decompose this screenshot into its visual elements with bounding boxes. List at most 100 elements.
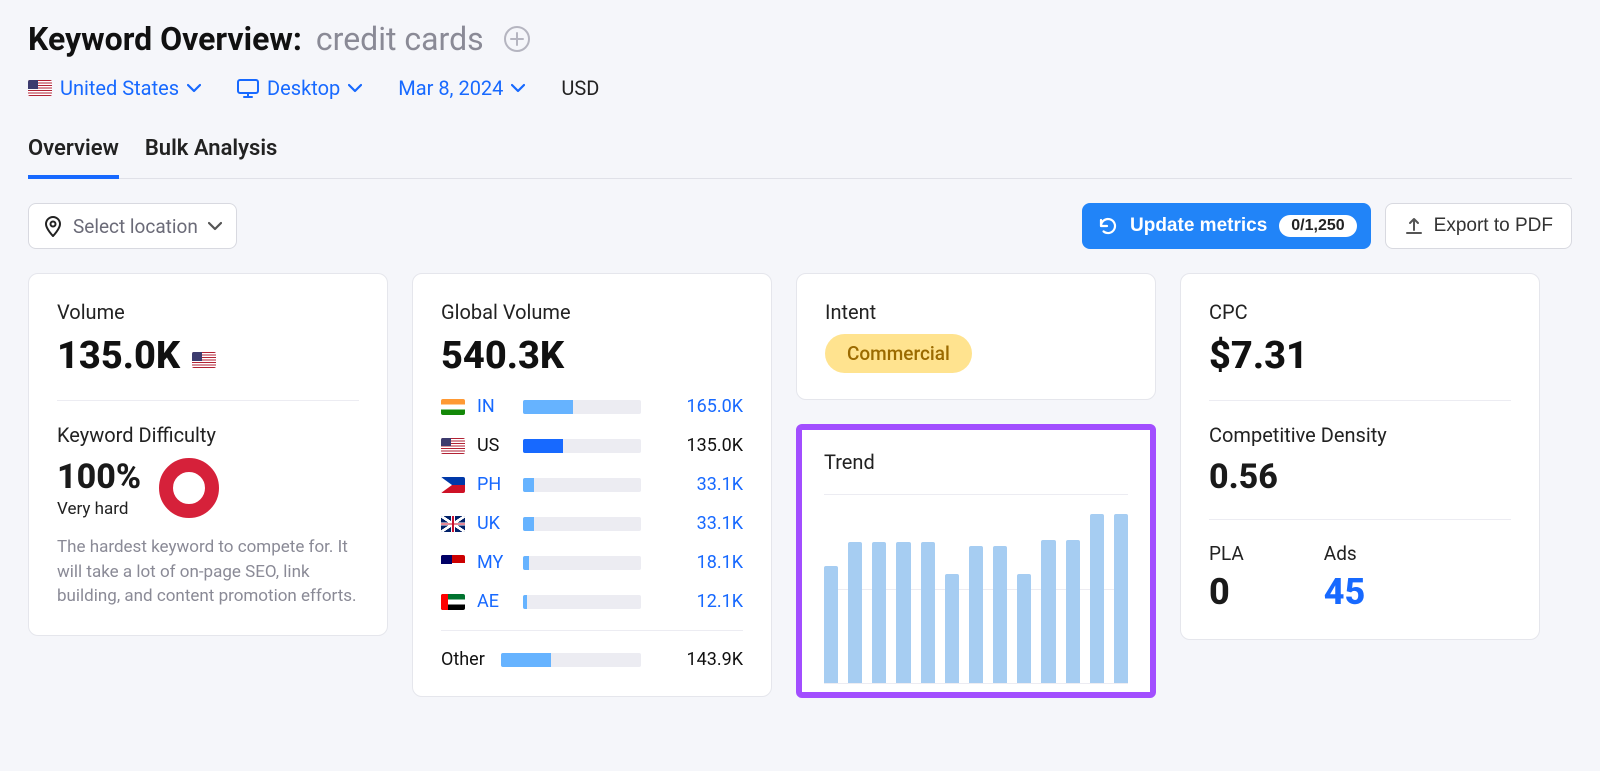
trend-chart xyxy=(824,494,1128,684)
gv-row-in[interactable]: IN165.0K xyxy=(441,396,743,417)
gv-bar xyxy=(523,478,641,492)
gv-bar xyxy=(523,439,641,453)
gv-value: 135.0K xyxy=(653,435,743,456)
tab-bulk-analysis[interactable]: Bulk Analysis xyxy=(145,136,278,178)
divider xyxy=(1209,519,1511,520)
chevron-down-icon xyxy=(208,221,222,231)
add-keyword-button[interactable] xyxy=(504,26,530,52)
device-filter-label: Desktop xyxy=(267,76,340,100)
trend-bar xyxy=(1090,514,1104,683)
page-title-label: Keyword Overview: xyxy=(28,20,302,58)
kd-percent: 100% xyxy=(57,457,141,497)
divider xyxy=(1209,400,1511,401)
pla-label: PLA xyxy=(1209,542,1244,565)
date-filter[interactable]: Mar 8, 2024 xyxy=(398,76,525,100)
page-title-keyword: credit cards xyxy=(316,20,484,58)
trend-bar xyxy=(848,542,862,683)
refresh-icon xyxy=(1098,216,1118,236)
kd-ring-icon xyxy=(159,458,219,518)
plus-icon xyxy=(510,32,524,46)
intent-badge: Commercial xyxy=(825,334,972,373)
gv-row-ae[interactable]: AE 12.1K xyxy=(441,591,743,612)
desktop-icon xyxy=(237,78,259,98)
intent-label: Intent xyxy=(825,300,1127,324)
trend-bar xyxy=(1066,540,1080,683)
pin-icon xyxy=(43,215,63,237)
global-volume-value: 540.3K xyxy=(441,334,743,378)
ae-flag-icon xyxy=(441,594,465,610)
gv-row-uk[interactable]: UK 33.1K xyxy=(441,513,743,534)
cd-label: Competitive Density xyxy=(1209,423,1511,447)
trend-bar xyxy=(872,542,886,683)
chevron-down-icon xyxy=(511,83,525,93)
ph-flag-icon xyxy=(441,477,465,493)
kd-description: The hardest keyword to compete for. It w… xyxy=(57,535,359,609)
cd-value: 0.56 xyxy=(1209,457,1511,497)
trend-bar xyxy=(1114,514,1128,683)
export-pdf-button[interactable]: Export to PDF xyxy=(1385,203,1572,249)
device-filter[interactable]: Desktop xyxy=(237,76,362,100)
us-flag-icon xyxy=(28,80,52,96)
trend-bar xyxy=(969,546,983,683)
country-filter-label: United States xyxy=(60,76,179,100)
gv-row-my[interactable]: MY 18.1K xyxy=(441,552,743,573)
currency-label: USD xyxy=(561,76,599,100)
gv-row-ph[interactable]: PH 33.1K xyxy=(441,474,743,495)
kd-text: Very hard xyxy=(57,499,141,519)
update-metrics-button[interactable]: Update metrics 0/1,250 xyxy=(1082,203,1371,249)
gv-bar xyxy=(523,556,641,570)
upload-icon xyxy=(1404,216,1424,236)
volume-card: Volume 135.0K Keyword Difficulty 100% Ve… xyxy=(28,273,388,636)
uk-flag-icon xyxy=(441,516,465,532)
kd-label: Keyword Difficulty xyxy=(57,423,359,447)
cpc-value: $7.31 xyxy=(1209,334,1511,378)
intent-card: Intent Commercial xyxy=(796,273,1156,400)
gv-row-other: Other 143.9K xyxy=(441,630,743,670)
trend-bar xyxy=(1041,540,1055,683)
trend-bar xyxy=(1017,574,1031,683)
trend-bar xyxy=(824,566,838,683)
my-flag-icon xyxy=(441,555,465,571)
gv-value: 165.0K xyxy=(653,396,743,417)
volume-label: Volume xyxy=(57,300,359,324)
cpc-label: CPC xyxy=(1209,300,1511,324)
trend-card: Trend xyxy=(796,424,1156,698)
gv-bar xyxy=(523,400,641,414)
ads-label: Ads xyxy=(1324,542,1366,565)
gv-code: US xyxy=(477,435,511,456)
gv-bar xyxy=(501,653,641,667)
global-volume-label: Global Volume xyxy=(441,300,743,324)
trend-bar xyxy=(945,574,959,683)
gv-code: MY xyxy=(477,552,511,573)
gv-bar xyxy=(523,595,641,609)
trend-bar xyxy=(993,546,1007,683)
gv-value: 33.1K xyxy=(653,474,743,495)
gv-code: PH xyxy=(477,474,511,495)
in-flag-icon xyxy=(441,399,465,415)
gv-value: 12.1K xyxy=(653,591,743,612)
gv-value: 18.1K xyxy=(653,552,743,573)
gv-bar xyxy=(523,517,641,531)
gv-code: AE xyxy=(477,591,511,612)
update-metrics-label: Update metrics xyxy=(1130,215,1267,237)
global-volume-card: Global Volume 540.3K IN165.0K US 135.0K PH 3… xyxy=(412,273,772,697)
tab-overview[interactable]: Overview xyxy=(28,136,119,179)
gv-code: UK xyxy=(477,513,511,534)
chevron-down-icon xyxy=(348,83,362,93)
gv-other-label: Other xyxy=(441,649,485,670)
us-flag-icon xyxy=(441,438,465,454)
update-metrics-count: 0/1,250 xyxy=(1279,215,1356,237)
trend-bar xyxy=(896,542,910,683)
cpc-card: CPC $7.31 Competitive Density 0.56 PLA 0… xyxy=(1180,273,1540,640)
ads-value[interactable]: 45 xyxy=(1324,571,1366,613)
divider xyxy=(57,400,359,401)
select-location-dropdown[interactable]: Select location xyxy=(28,203,237,249)
gv-value: 33.1K xyxy=(653,513,743,534)
gv-value: 143.9K xyxy=(653,649,743,670)
export-pdf-label: Export to PDF xyxy=(1434,215,1553,237)
country-filter[interactable]: United States xyxy=(28,76,201,100)
chevron-down-icon xyxy=(187,83,201,93)
date-filter-label: Mar 8, 2024 xyxy=(398,76,503,100)
select-location-placeholder: Select location xyxy=(73,215,198,238)
pla-value: 0 xyxy=(1209,571,1244,613)
